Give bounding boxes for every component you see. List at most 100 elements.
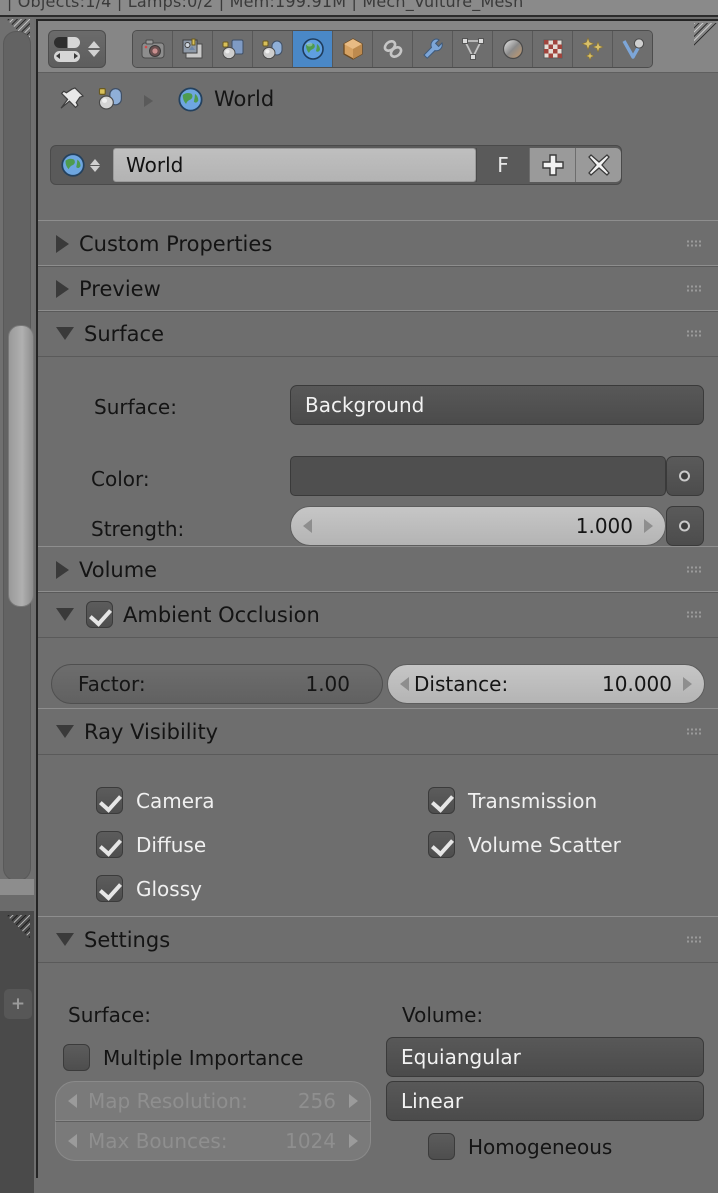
- strength-slider[interactable]: 1.000: [290, 506, 666, 546]
- panel-grip-icon[interactable]: [686, 565, 702, 574]
- panel-ray-visibility[interactable]: Ray Visibility: [38, 708, 718, 755]
- editor-type-icon: [49, 36, 85, 62]
- multiple-importance-label: Multiple Importance: [103, 1045, 304, 1070]
- fake-user-button[interactable]: F: [476, 148, 529, 182]
- tab-texture[interactable]: [533, 31, 573, 67]
- homogeneous-label: Homogeneous: [468, 1134, 613, 1159]
- diffuse-checkbox[interactable]: [96, 831, 123, 858]
- panel-custom-properties[interactable]: Custom Properties: [38, 220, 718, 267]
- panel-surface[interactable]: Surface: [38, 310, 718, 357]
- panel-settings[interactable]: Settings: [38, 916, 718, 963]
- tab-view-layer[interactable]: [213, 31, 253, 67]
- world-name-input[interactable]: World: [113, 148, 476, 182]
- add-region-button[interactable]: +: [4, 989, 32, 1019]
- tab-particles[interactable]: [573, 31, 613, 67]
- surface-shader-dropdown[interactable]: Background: [290, 385, 704, 425]
- tab-object-data[interactable]: [453, 31, 493, 67]
- increment-arrow-icon[interactable]: [644, 519, 653, 533]
- panel-grip-icon[interactable]: [686, 284, 702, 293]
- editor-type-selector[interactable]: [48, 30, 106, 68]
- panel-grip-icon[interactable]: [686, 727, 702, 736]
- area-corner-grip-icon[interactable]: [694, 23, 718, 49]
- transmission-checkbox[interactable]: [428, 787, 455, 814]
- decrement-arrow-icon[interactable]: [68, 1134, 77, 1148]
- multiple-importance-checkbox[interactable]: [63, 1044, 90, 1071]
- disclosure-triangle-icon[interactable]: [56, 725, 74, 738]
- chevron-right-icon: [144, 95, 153, 107]
- breadcrumb: World: [38, 73, 718, 125]
- datablock-browse-button[interactable]: [53, 148, 113, 182]
- ray-visibility-camera[interactable]: Camera: [96, 787, 215, 814]
- ao-factor-slider[interactable]: Factor: 1.00: [51, 664, 383, 704]
- settings-body: Surface: Volume: Multiple Importance Map…: [38, 961, 718, 1178]
- decrement-arrow-icon[interactable]: [68, 1094, 77, 1108]
- ao-distance-slider[interactable]: Distance: 10.000: [387, 664, 705, 704]
- ray-visibility-glossy[interactable]: Glossy: [96, 875, 202, 902]
- tab-modifiers[interactable]: [413, 31, 453, 67]
- strength-node-socket-button[interactable]: [666, 506, 704, 546]
- color-node-socket-button[interactable]: [666, 456, 704, 496]
- ray-visibility-diffuse[interactable]: Diffuse: [96, 831, 206, 858]
- left-lower-region: [0, 911, 34, 1193]
- tab-render[interactable]: [133, 31, 173, 67]
- disclosure-triangle-icon[interactable]: [56, 608, 74, 621]
- panel-grip-icon[interactable]: [686, 329, 702, 338]
- tab-world[interactable]: [293, 31, 333, 67]
- ray-visibility-transmission[interactable]: Transmission: [428, 787, 597, 814]
- map-resolution-field[interactable]: Map Resolution: 256: [55, 1081, 371, 1121]
- chevron-updown-icon: [90, 158, 100, 172]
- increment-arrow-icon[interactable]: [683, 677, 692, 691]
- max-bounces-field[interactable]: Max Bounces: 1024: [55, 1121, 371, 1161]
- decrement-arrow-icon[interactable]: [303, 519, 312, 533]
- glossy-checkbox[interactable]: [96, 875, 123, 902]
- area-corner-grip-icon[interactable]: [4, 915, 30, 941]
- ambient-occlusion-checkbox[interactable]: [86, 601, 113, 628]
- status-divider: [0, 15, 718, 17]
- disclosure-triangle-icon[interactable]: [56, 234, 69, 253]
- tab-output[interactable]: [173, 31, 213, 67]
- panel-preview[interactable]: Preview: [38, 265, 718, 312]
- panel-title: Ambient Occlusion: [123, 602, 320, 627]
- camera-label: Camera: [136, 788, 215, 813]
- panel-grip-icon[interactable]: [686, 935, 702, 944]
- volume-sampling-dropdown[interactable]: Equiangular: [386, 1037, 704, 1077]
- pin-icon[interactable]: [56, 85, 86, 119]
- tab-material[interactable]: [493, 31, 533, 67]
- homogeneous-checkbox[interactable]: [428, 1133, 455, 1160]
- tab-physics[interactable]: [613, 31, 652, 67]
- disclosure-triangle-icon[interactable]: [56, 933, 74, 946]
- background-color-swatch[interactable]: [290, 456, 666, 496]
- vertical-scrollbar[interactable]: [3, 31, 34, 881]
- new-world-button[interactable]: [529, 148, 575, 182]
- increment-arrow-icon[interactable]: [349, 1134, 358, 1148]
- disclosure-triangle-icon[interactable]: [56, 560, 69, 579]
- tab-scene[interactable]: [253, 31, 293, 67]
- panel-grip-icon[interactable]: [686, 610, 702, 619]
- panel-ambient-occlusion[interactable]: Ambient Occlusion: [38, 591, 718, 638]
- scrollbar-thumb[interactable]: [8, 325, 34, 607]
- unlink-world-button[interactable]: [575, 148, 621, 182]
- decrement-arrow-icon[interactable]: [400, 677, 409, 691]
- panel-grip-icon[interactable]: [686, 239, 702, 248]
- strength-value: 1.000: [575, 514, 633, 538]
- panel-title: Volume: [79, 557, 158, 582]
- camera-checkbox[interactable]: [96, 787, 123, 814]
- tab-object[interactable]: [333, 31, 373, 67]
- multiple-importance-row[interactable]: Multiple Importance: [63, 1044, 303, 1071]
- plus-icon: +: [10, 993, 26, 1014]
- volume-interpolation-dropdown[interactable]: Linear: [386, 1081, 704, 1121]
- increment-arrow-icon[interactable]: [349, 1094, 358, 1108]
- disclosure-triangle-icon[interactable]: [56, 327, 74, 340]
- panel-volume[interactable]: Volume: [38, 546, 718, 593]
- properties-header: [38, 21, 718, 73]
- ray-visibility-volume-scatter[interactable]: Volume Scatter: [428, 831, 621, 858]
- tab-constraints[interactable]: [373, 31, 413, 67]
- blender-window: : | Objects:1/4 | Lamps:0/2 | Mem:199.91…: [0, 0, 718, 1193]
- disclosure-triangle-icon[interactable]: [56, 279, 69, 298]
- panel-title: Preview: [79, 276, 161, 301]
- volume-scatter-checkbox[interactable]: [428, 831, 455, 858]
- left-region-footer: [0, 879, 34, 895]
- world-globe-icon: [176, 85, 205, 118]
- max-bounces-value: 1024: [285, 1129, 336, 1153]
- homogeneous-row[interactable]: Homogeneous: [428, 1133, 612, 1160]
